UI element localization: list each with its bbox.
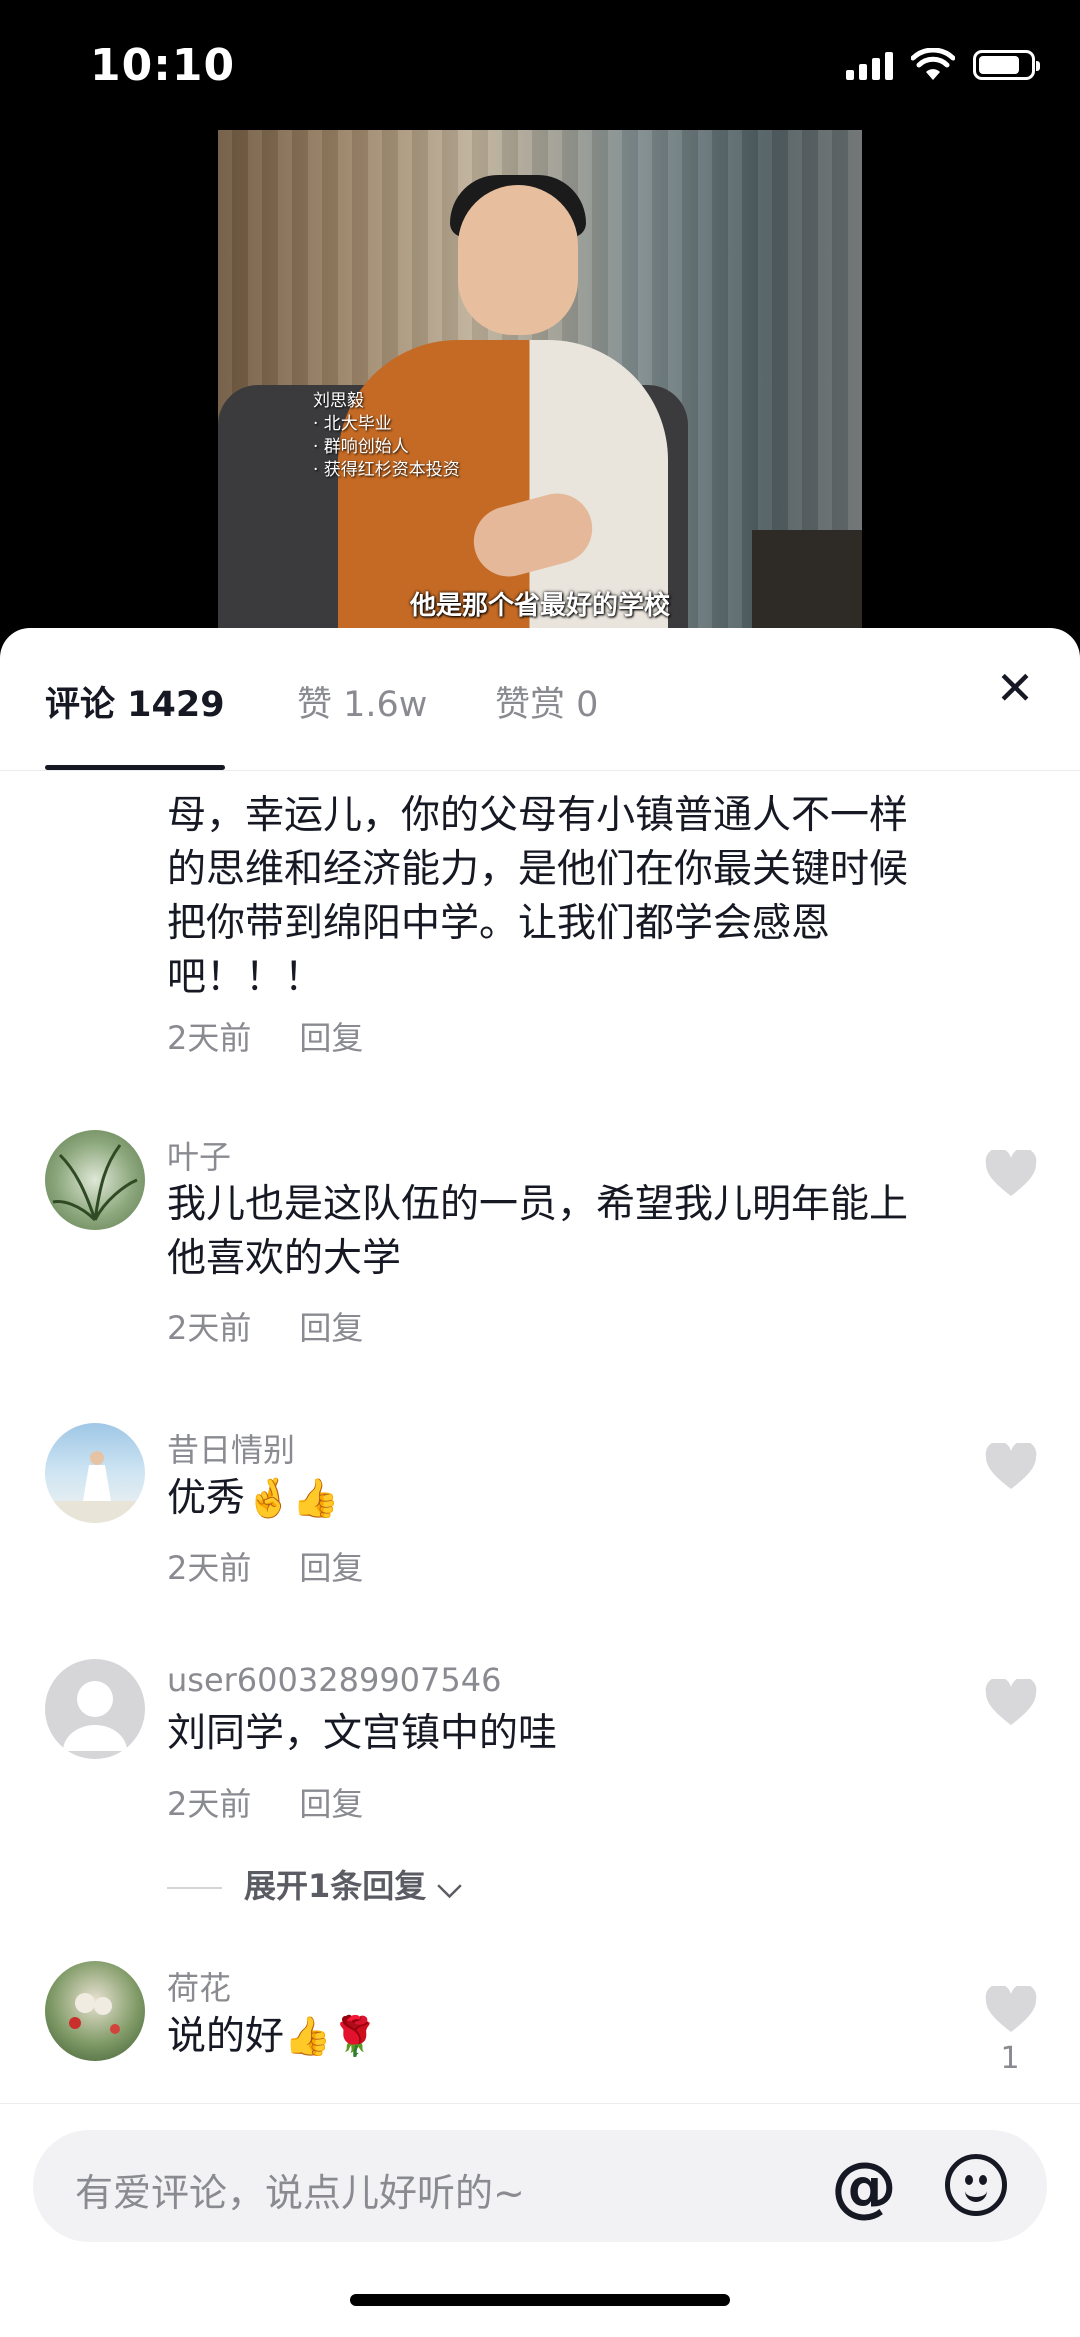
comment-time: 2天前 xyxy=(167,1019,252,1057)
comment-emoji: 👍🌹 xyxy=(284,2014,379,2058)
expand-replies-label: 展开1条回复 xyxy=(244,1867,427,1905)
like-heart-icon[interactable] xyxy=(984,1150,1038,1198)
reply-button[interactable]: 回复 xyxy=(299,1309,363,1347)
name-card-line: 刘思毅 xyxy=(313,391,364,411)
reply-button[interactable]: 回复 xyxy=(299,1019,363,1057)
name-card-line: · 获得红杉资本投资 xyxy=(313,460,460,480)
comment-time: 2天前 xyxy=(167,1549,252,1587)
reply-button[interactable]: 回复 xyxy=(299,1549,363,1587)
default-avatar-icon xyxy=(63,1681,127,1751)
video-person-head xyxy=(458,185,578,335)
comment-username[interactable]: 叶子 xyxy=(167,1132,231,1178)
avatar-beach-image xyxy=(45,1451,145,1523)
emoji-smile-mouth xyxy=(965,2185,987,2202)
comment-username[interactable]: 荷花 xyxy=(167,1963,231,2009)
active-tab-indicator xyxy=(45,765,225,770)
comment-text-cutoff xyxy=(167,771,937,789)
comment-emoji: 🤞👍 xyxy=(245,1476,340,1520)
like-heart-icon[interactable] xyxy=(984,1679,1038,1727)
tab-comments[interactable]: 评论 1429 xyxy=(45,676,225,727)
mention-at-icon[interactable]: @ xyxy=(831,2148,897,2225)
tab-likes[interactable]: 赞 1.6w xyxy=(297,676,427,727)
comment-text: 说的好👍🌹 xyxy=(167,2009,937,2064)
comment-text-body: 说的好 xyxy=(167,2014,285,2059)
comment-text: 刘同学，文宫镇中的哇 xyxy=(167,1711,558,1756)
avatar-flower-image xyxy=(69,1993,120,2034)
comment-time: 2天前 xyxy=(167,1309,252,1347)
chevron-down-icon: ⌵ xyxy=(426,1867,462,1905)
battery-icon xyxy=(973,50,1040,80)
comment-text: 母，幸运儿，你的父母有小镇普通人不一样的思维和经济能力，是他们在你最关键时候把你… xyxy=(167,771,937,1011)
comment-input[interactable]: 有爱评论，说点儿好听的~ @ xyxy=(33,2130,1047,2242)
comment-time: 2天前 xyxy=(167,1785,252,1823)
avatar[interactable] xyxy=(45,1659,145,1759)
expand-replies-button[interactable]: 展开1条回复 ⌵ xyxy=(167,1861,462,1907)
wifi-icon xyxy=(911,48,955,80)
comment-tabs: 评论 1429 赞 1.6w 赞赏 0 ✕ xyxy=(0,628,1080,771)
comment-text-body: 优秀 xyxy=(167,1476,246,1521)
video-subtitle: 他是那个省最好的学校 xyxy=(409,591,670,621)
close-icon[interactable]: ✕ xyxy=(990,663,1040,713)
home-indicator[interactable] xyxy=(350,2294,730,2306)
comment-meta: 2天前 回复 xyxy=(167,1543,363,1589)
avatar[interactable] xyxy=(45,1961,145,2061)
video-name-card: 刘思毅 · 北大毕业 · 群响创始人 · 获得红杉资本投资 xyxy=(313,390,460,482)
reply-button[interactable]: 回复 xyxy=(299,1785,363,1823)
comment-text: 优秀🤞👍 xyxy=(167,1471,937,1526)
comment-text-body: 母，幸运儿，你的父母有小镇普通人不一样的思维和经济能力，是他们在你最关键时候把你… xyxy=(167,793,909,1000)
comment-text: 我儿也是这队伍的一员，希望我儿明年能上他喜欢的大学 xyxy=(167,1182,909,1281)
comment-username[interactable]: user6003289907546 xyxy=(167,1661,501,1699)
like-count: 1 xyxy=(1000,2041,1020,2076)
name-card-line: · 群响创始人 xyxy=(313,437,409,457)
emoji-smile-icon[interactable] xyxy=(945,2154,1007,2216)
like-heart-icon[interactable] xyxy=(984,1986,1038,2034)
cellular-signal-icon xyxy=(846,50,893,80)
like-heart-icon[interactable] xyxy=(984,1443,1038,1491)
comment-input-placeholder: 有爱评论，说点儿好听的~ xyxy=(75,2171,525,2215)
avatar-orchid-image xyxy=(52,1144,138,1222)
comment-list[interactable]: 母，幸运儿，你的父母有小镇普通人不一样的思维和经济能力，是他们在你最关键时候把你… xyxy=(0,771,1080,2113)
status-time: 10:10 xyxy=(90,40,236,91)
comment-sheet: 评论 1429 赞 1.6w 赞赏 0 ✕ 母，幸运儿，你的父母有小镇普通人不一… xyxy=(0,628,1080,2337)
status-bar: 10:10 xyxy=(0,0,1080,130)
comment-username[interactable]: 昔日情别 xyxy=(167,1425,295,1471)
expand-divider xyxy=(167,1887,222,1889)
comment-meta: 2天前 回复 xyxy=(167,1013,363,1059)
comment-input-bar: 有爱评论，说点儿好听的~ @ xyxy=(0,2103,1080,2337)
video-player[interactable]: 刘思毅 · 北大毕业 · 群响创始人 · 获得红杉资本投资 他是那个省最好的学校 xyxy=(218,130,862,630)
comment-meta: 2天前 回复 xyxy=(167,1303,363,1349)
avatar[interactable] xyxy=(45,1423,145,1523)
comment-meta: 2天前 回复 xyxy=(167,1779,363,1825)
name-card-line: · 北大毕业 xyxy=(313,414,392,434)
status-icons xyxy=(846,48,1040,82)
tab-tips[interactable]: 赞赏 0 xyxy=(495,676,598,727)
avatar[interactable] xyxy=(45,1130,145,1230)
